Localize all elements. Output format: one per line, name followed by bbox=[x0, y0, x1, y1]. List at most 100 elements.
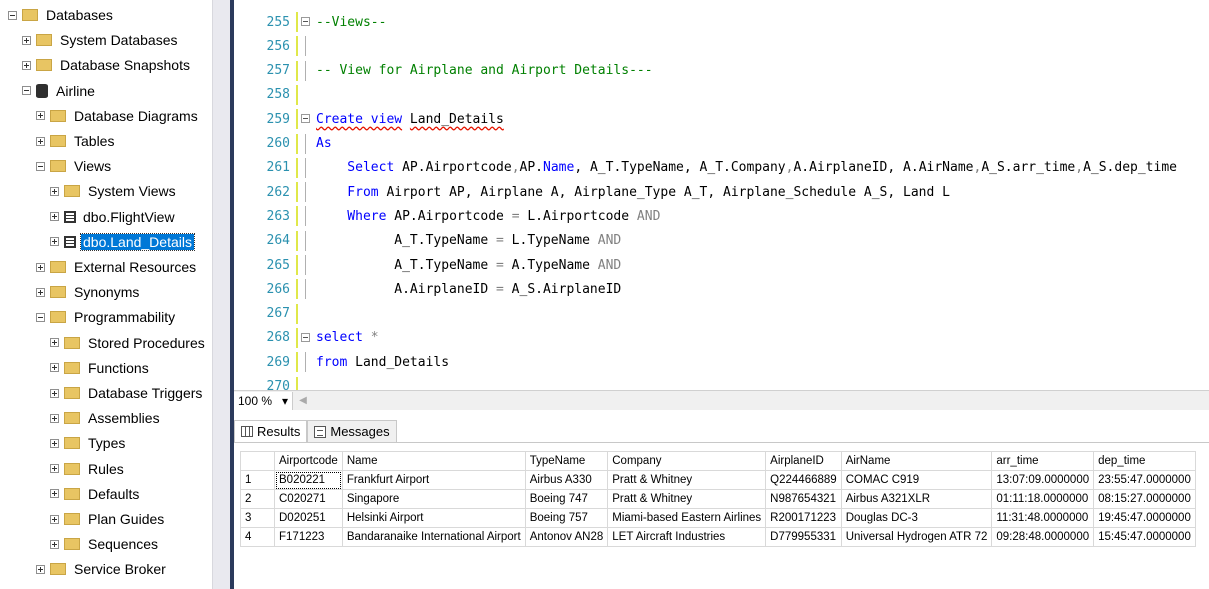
tree-node-tables[interactable]: Tables bbox=[36, 130, 116, 152]
table-cell[interactable]: D779955331 bbox=[765, 527, 842, 547]
code-line[interactable]: 263 Where AP.Airportcode = L.Airportcode… bbox=[234, 206, 1209, 227]
expand-icon[interactable] bbox=[36, 111, 45, 121]
table-row[interactable]: 4 F171223 Bandaranaike International Airpo… bbox=[240, 527, 1196, 547]
table-cell[interactable]: B020221 bbox=[274, 470, 343, 490]
expand-icon[interactable] bbox=[50, 338, 59, 348]
collapse-icon[interactable] bbox=[22, 86, 31, 96]
table-cell[interactable]: N987654321 bbox=[765, 489, 842, 509]
expand-icon[interactable] bbox=[50, 363, 59, 373]
expand-icon[interactable] bbox=[50, 464, 59, 474]
table-cell[interactable]: Boeing 747 bbox=[524, 489, 609, 509]
code-line[interactable]: 259 Create view Land_Details bbox=[234, 109, 1209, 130]
query-editor[interactable]: 255 --Views-- 256 257 -- View for Airplane a… bbox=[234, 0, 1209, 390]
tree-node-assemblies[interactable]: Assemblies bbox=[50, 407, 162, 429]
minus-box-icon[interactable] bbox=[301, 332, 310, 342]
table-cell[interactable]: Singapore bbox=[341, 489, 526, 509]
table-cell[interactable]: Q224466889 bbox=[765, 470, 842, 490]
table-cell[interactable]: 09:28:48.0000000 bbox=[991, 527, 1095, 547]
expand-icon[interactable] bbox=[50, 539, 59, 549]
table-cell[interactable]: Bandaranaike International Airport bbox=[341, 527, 526, 547]
tree-node-system-databases[interactable]: System Databases bbox=[22, 29, 180, 51]
expand-icon[interactable] bbox=[36, 136, 45, 146]
table-cell[interactable]: Airbus A321XLR bbox=[840, 489, 993, 509]
tree-node-database-diagrams[interactable]: Database Diagrams bbox=[36, 105, 200, 127]
table-cell[interactable]: Antonov AN28 bbox=[524, 527, 609, 547]
table-cell[interactable]: 08:15:27.0000000 bbox=[1093, 489, 1196, 509]
code-line[interactable]: 262 From Airport AP, Airplane A, Airplan… bbox=[234, 182, 1209, 203]
expand-icon[interactable] bbox=[22, 60, 31, 70]
table-cell[interactable]: LET Aircraft Industries bbox=[607, 527, 767, 547]
table-cell[interactable]: Douglas DC-3 bbox=[840, 508, 993, 528]
tree-node-airline[interactable]: Airline bbox=[22, 80, 97, 102]
tree-node-databases[interactable]: Databases bbox=[8, 4, 115, 26]
tree-node-views[interactable]: Views bbox=[36, 155, 113, 177]
code-line[interactable]: 264 A_T.TypeName = L.TypeName AND bbox=[234, 230, 1209, 251]
collapse-region-icon[interactable] bbox=[300, 328, 312, 348]
tree-node-plan-guides[interactable]: Plan Guides bbox=[50, 508, 166, 530]
tree-node-system-views[interactable]: System Views bbox=[50, 180, 178, 202]
expand-icon[interactable] bbox=[50, 212, 59, 222]
row-number[interactable]: 2 bbox=[240, 489, 275, 509]
table-row[interactable]: 3 D020251 Helsinki Airport Boeing 757 Miami-… bbox=[240, 508, 1196, 528]
table-cell[interactable]: Frankfurt Airport bbox=[341, 470, 526, 490]
collapse-icon[interactable] bbox=[36, 312, 45, 322]
tab-results[interactable]: Results bbox=[234, 420, 308, 442]
tree-node-stored-procedures[interactable]: Stored Procedures bbox=[50, 332, 207, 354]
table-cell[interactable]: Boeing 757 bbox=[524, 508, 609, 528]
expand-icon[interactable] bbox=[36, 564, 45, 574]
tree-node-programmability[interactable]: Programmability bbox=[36, 306, 177, 328]
collapse-region-icon[interactable] bbox=[300, 109, 312, 129]
column-header-company[interactable]: Company bbox=[607, 451, 767, 471]
panel-splitter[interactable] bbox=[212, 0, 230, 589]
expand-icon[interactable] bbox=[36, 287, 45, 297]
table-cell[interactable]: 01:11:18.0000000 bbox=[991, 489, 1095, 509]
row-number[interactable]: 3 bbox=[240, 508, 275, 528]
tree-node-synonyms[interactable]: Synonyms bbox=[36, 281, 141, 303]
table-cell[interactable]: 15:45:47.0000000 bbox=[1093, 527, 1196, 547]
tab-messages[interactable]: Messages bbox=[307, 420, 397, 442]
column-header-dep-time[interactable]: dep_time bbox=[1093, 451, 1196, 471]
row-number[interactable]: 1 bbox=[240, 470, 275, 490]
table-cell[interactable]: C020271 bbox=[274, 489, 343, 509]
table-cell[interactable]: 23:55:47.0000000 bbox=[1093, 470, 1196, 490]
column-header-typename[interactable]: TypeName bbox=[524, 451, 609, 471]
code-line[interactable]: 257 -- View for Airplane and Airport Deta… bbox=[234, 60, 1209, 81]
table-cell[interactable]: 19:45:47.0000000 bbox=[1093, 508, 1196, 528]
expand-icon[interactable] bbox=[50, 237, 59, 247]
tree-node-rules[interactable]: Rules bbox=[50, 458, 126, 480]
minus-box-icon[interactable] bbox=[301, 114, 310, 124]
expand-icon[interactable] bbox=[50, 514, 59, 524]
collapse-region-icon[interactable] bbox=[300, 12, 312, 32]
tree-node-functions[interactable]: Functions bbox=[50, 357, 151, 379]
row-number[interactable]: 4 bbox=[240, 527, 275, 547]
tree-node-service-broker[interactable]: Service Broker bbox=[36, 558, 168, 580]
expand-icon[interactable] bbox=[36, 262, 45, 272]
table-cell[interactable]: Pratt & Whitney bbox=[607, 489, 767, 509]
tree-node-dbo-flightview[interactable]: dbo.FlightView bbox=[50, 206, 177, 228]
row-header-corner[interactable] bbox=[240, 451, 275, 471]
code-line[interactable]: 255 --Views-- bbox=[234, 12, 1209, 32]
column-header-airname[interactable]: AirName bbox=[840, 451, 993, 471]
table-row[interactable]: 2 C020271 Singapore Boeing 747 Pratt & Whitn… bbox=[240, 489, 1196, 509]
tree-node-defaults[interactable]: Defaults bbox=[50, 483, 141, 505]
code-line[interactable]: 267 bbox=[234, 303, 1209, 324]
table-cell[interactable]: 13:07:09.0000000 bbox=[991, 470, 1095, 490]
column-header-name[interactable]: Name bbox=[341, 451, 526, 471]
tree-node-sequences[interactable]: Sequences bbox=[50, 533, 160, 555]
table-cell[interactable]: Helsinki Airport bbox=[341, 508, 526, 528]
table-cell[interactable]: F171223 bbox=[274, 527, 343, 547]
table-cell[interactable]: Miami-based Eastern Airlines bbox=[607, 508, 767, 528]
tree-node-database-triggers[interactable]: Database Triggers bbox=[50, 382, 204, 404]
code-line[interactable]: 258 bbox=[234, 84, 1209, 105]
tree-node-dbo-land-details[interactable]: dbo.Land_Details bbox=[50, 231, 195, 253]
table-cell[interactable]: Pratt & Whitney bbox=[607, 470, 767, 490]
column-header-airplaneid[interactable]: AirplaneID bbox=[765, 451, 842, 471]
code-line[interactable]: 270 bbox=[234, 376, 1209, 390]
expand-icon[interactable] bbox=[50, 186, 59, 196]
table-cell[interactable]: 11:31:48.0000000 bbox=[991, 508, 1095, 528]
expand-icon[interactable] bbox=[50, 388, 59, 398]
table-cell[interactable]: D020251 bbox=[274, 508, 343, 528]
code-line[interactable]: 266 A.AirplaneID = A_S.AirplaneID bbox=[234, 279, 1209, 300]
collapse-icon[interactable] bbox=[8, 10, 17, 20]
code-line[interactable]: 256 bbox=[234, 36, 1209, 57]
